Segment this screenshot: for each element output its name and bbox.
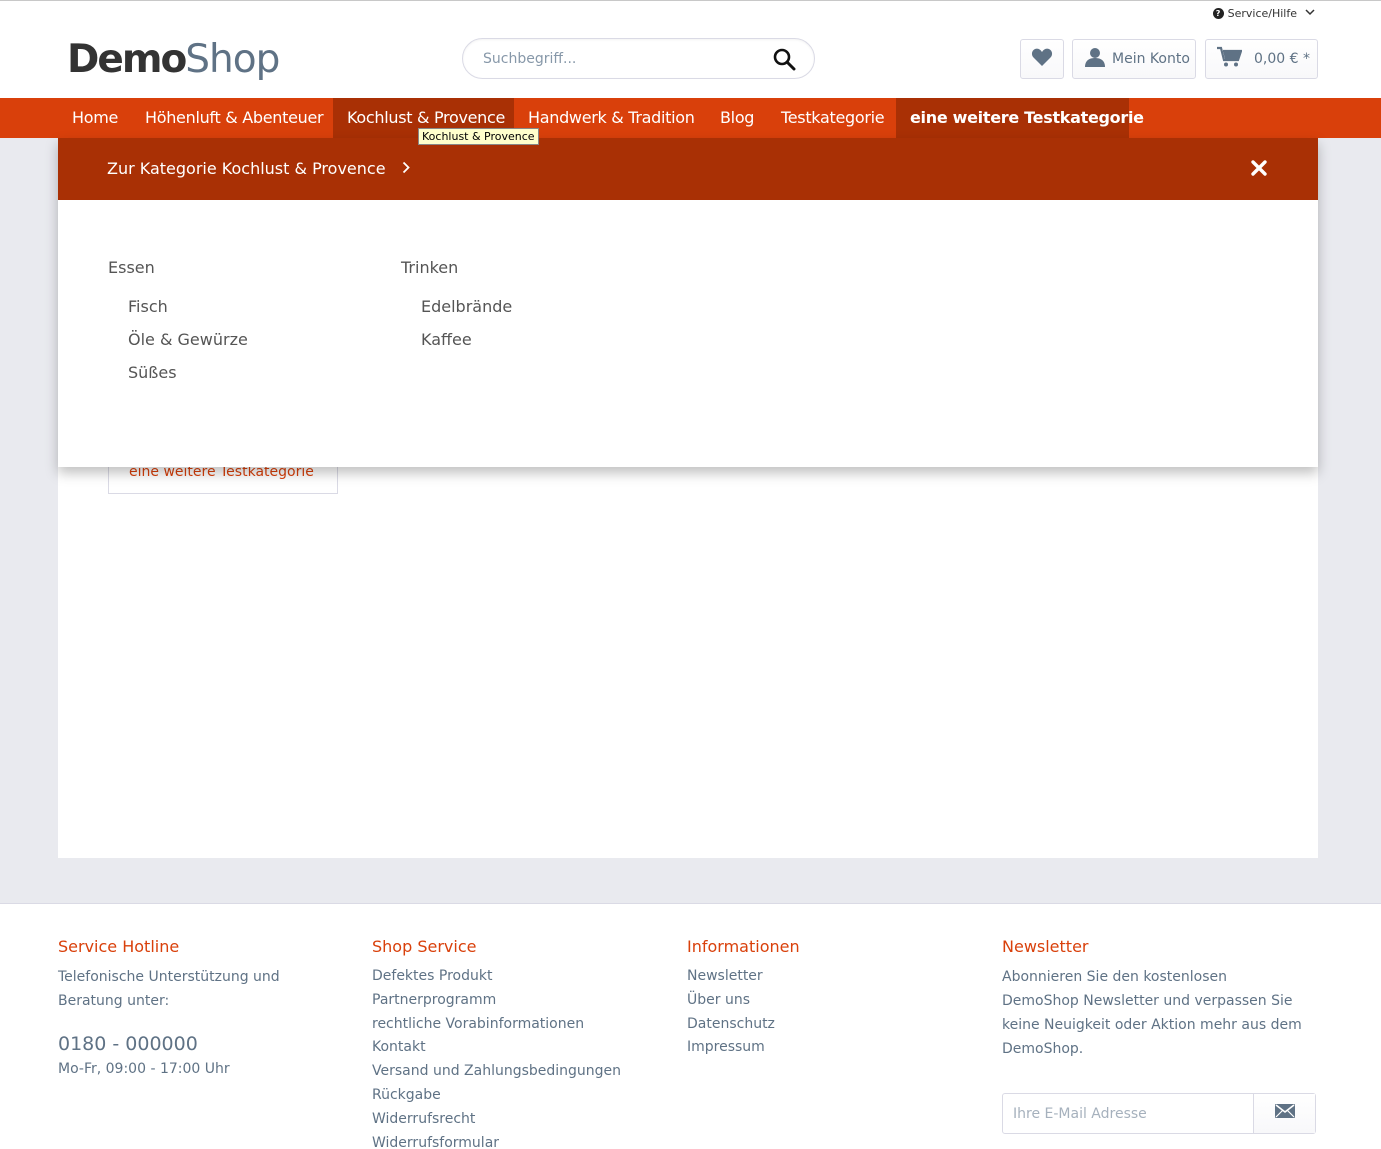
dropdown-header: Zur Kategorie Kochlust & Provence xyxy=(58,138,1318,200)
go-to-category-link[interactable]: Zur Kategorie Kochlust & Provence xyxy=(107,159,410,178)
header: ? Service/Hilfe DemoShop Mein Konto 0,00… xyxy=(0,1,1381,98)
go-to-category-label: Zur Kategorie Kochlust & Provence xyxy=(107,159,386,178)
cart-button[interactable]: 0,00 € * xyxy=(1205,39,1318,79)
footer-link-defektes-produkt[interactable]: Defektes Produkt xyxy=(372,965,662,989)
logo-demo: Demo xyxy=(67,37,187,82)
footer-link-versand[interactable]: Versand und Zahlungsbedingungen xyxy=(372,1060,662,1084)
account-button[interactable]: Mein Konto xyxy=(1072,39,1196,79)
close-icon[interactable] xyxy=(1250,154,1268,184)
shop-logo[interactable]: DemoShop xyxy=(67,37,280,82)
search-input[interactable] xyxy=(483,48,763,70)
cart-icon xyxy=(1216,46,1243,72)
footer-link-impressum[interactable]: Impressum xyxy=(687,1036,967,1060)
footer: Service Hotline Telefonische Unterstützu… xyxy=(0,903,1381,1149)
nav-tooltip: Kochlust & Provence xyxy=(418,128,539,145)
logo-shop: Shop xyxy=(185,37,280,82)
question-icon: ? xyxy=(1212,8,1224,19)
footer-link-vorabinformationen[interactable]: rechtliche Vorabinformationen xyxy=(372,1013,662,1037)
footer-newsletter-text: Abonnieren Sie den kostenlosen DemoShop … xyxy=(1002,969,1302,1057)
search-bar xyxy=(462,38,815,79)
user-icon xyxy=(1084,47,1106,71)
dropdown-item-kaffee[interactable]: Kaffee xyxy=(421,330,512,351)
footer-newsletter: Newsletter Abonnieren Sie den kostenlose… xyxy=(1002,937,1320,1137)
footer-hotline-title: Service Hotline xyxy=(58,937,180,956)
footer-link-datenschutz[interactable]: Datenschutz xyxy=(687,1013,967,1037)
nav-item-testkategorie[interactable]: Testkategorie xyxy=(767,98,898,138)
dropdown-item-suesses[interactable]: Süßes xyxy=(128,363,248,384)
nav-item-blog[interactable]: Blog xyxy=(706,98,768,138)
account-label: Mein Konto xyxy=(1112,51,1190,67)
envelope-icon xyxy=(1274,1102,1295,1126)
footer-link-partnerprogramm[interactable]: Partnerprogramm xyxy=(372,989,662,1013)
chevron-right-icon xyxy=(402,159,410,178)
footer-link-ueber-uns[interactable]: Über uns xyxy=(687,989,967,1013)
service-help-label: Service/Hilfe xyxy=(1227,7,1297,20)
heart-icon xyxy=(1031,47,1053,71)
footer-link-kontakt[interactable]: Kontakt xyxy=(372,1036,662,1060)
footer-link-widerrufsrecht[interactable]: Widerrufsrecht xyxy=(372,1108,662,1132)
dropdown-category-trinken[interactable]: Trinken xyxy=(401,258,512,277)
dropdown-item-oele-gewuerze[interactable]: Öle & Gewürze xyxy=(128,330,248,351)
nav-item-handwerk[interactable]: Handwerk & Tradition xyxy=(514,98,709,138)
wishlist-button[interactable] xyxy=(1020,39,1064,79)
chevron-down-icon xyxy=(1305,8,1315,19)
footer-hotline-text: Telefonische Unterstützung und Beratung … xyxy=(58,969,280,1009)
footer-link-rueckgabe[interactable]: Rückgabe xyxy=(372,1084,662,1108)
footer-hotline: Service Hotline Telefonische Unterstützu… xyxy=(58,937,343,1081)
footer-newsletter-title: Newsletter xyxy=(1002,937,1089,956)
nav-item-home[interactable]: Home xyxy=(58,98,132,138)
dropdown-item-edelbraende[interactable]: Edelbrände xyxy=(421,297,512,318)
footer-link-newsletter[interactable]: Newsletter xyxy=(687,965,967,989)
footer-information-title: Informationen xyxy=(687,937,800,956)
main-navigation: Home Höhenluft & Abenteuer Kochlust & Pr… xyxy=(0,98,1381,138)
nav-item-weitere-testkategorie[interactable]: eine weitere Testkategorie xyxy=(896,98,1144,138)
dropdown-column-trinken: Trinken Edelbrände Kaffee xyxy=(401,258,512,363)
footer-link-widerrufsformular[interactable]: Widerrufsformular xyxy=(372,1132,662,1149)
service-help-menu[interactable]: ? Service/Hilfe xyxy=(1212,7,1315,20)
search-icon[interactable] xyxy=(772,47,796,71)
footer-shop-service: Shop Service Defektes Produkt Partnerpro… xyxy=(372,937,662,1149)
hotline-phone[interactable]: 0180 - 000000 xyxy=(58,1031,343,1057)
dropdown-item-fisch[interactable]: Fisch xyxy=(128,297,248,318)
category-dropdown: Zur Kategorie Kochlust & Provence Essen … xyxy=(58,138,1318,467)
newsletter-email-input[interactable] xyxy=(1003,1094,1253,1133)
footer-shop-service-title: Shop Service xyxy=(372,937,477,956)
newsletter-submit-button[interactable] xyxy=(1253,1094,1315,1133)
hotline-hours: Mo-Fr, 09:00 - 17:00 Uhr xyxy=(58,1061,230,1077)
nav-item-hoehenluft[interactable]: Höhenluft & Abenteuer xyxy=(131,98,337,138)
cart-total: 0,00 € * xyxy=(1254,51,1310,67)
footer-information: Informationen Newsletter Über uns Datens… xyxy=(687,937,967,1060)
dropdown-column-essen: Essen Fisch Öle & Gewürze Süßes xyxy=(108,258,248,396)
newsletter-form xyxy=(1002,1093,1316,1134)
dropdown-category-essen[interactable]: Essen xyxy=(108,258,248,277)
